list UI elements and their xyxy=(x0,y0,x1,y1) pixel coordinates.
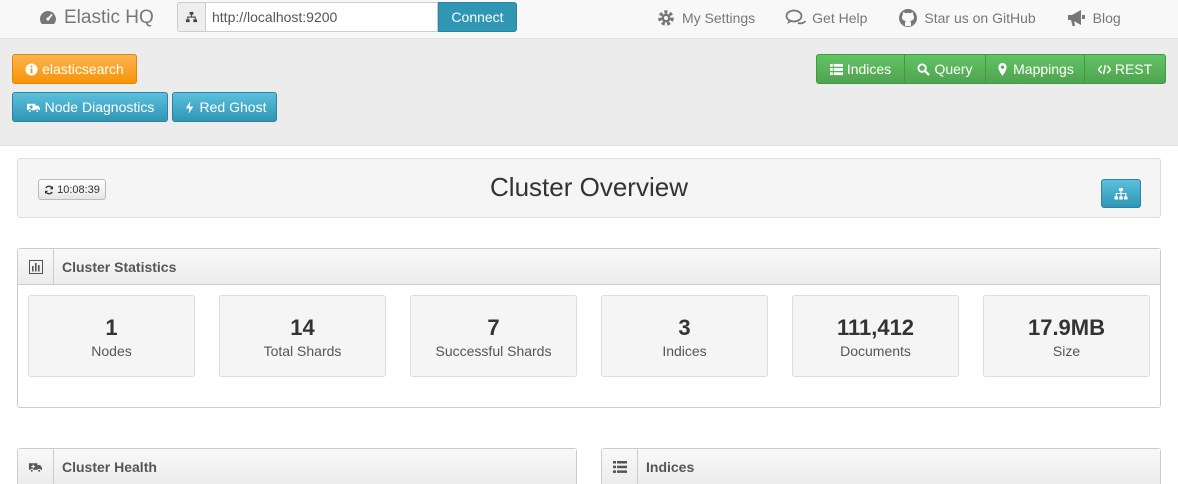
page-title: Cluster Overview xyxy=(490,172,688,202)
cluster-name-button[interactable]: elasticsearch xyxy=(12,54,137,84)
list-icon xyxy=(829,63,843,75)
panel-header: Cluster Statistics xyxy=(18,248,1160,285)
indices-panel: Indices xyxy=(601,448,1161,484)
github-icon xyxy=(899,9,918,27)
dashboard-icon xyxy=(40,11,56,24)
main-nav-button-group: Indices Query Mappings REST xyxy=(816,54,1166,84)
stat-label: Documents xyxy=(840,343,911,359)
sitemap-icon xyxy=(1114,187,1128,199)
mappings-label: Mappings xyxy=(1013,61,1074,77)
panel-title: Cluster Health xyxy=(62,458,157,475)
stat-label: Indices xyxy=(662,343,707,359)
my-settings-link[interactable]: My Settings xyxy=(655,8,755,28)
cluster-name-label: elasticsearch xyxy=(42,61,124,77)
bullhorn-icon xyxy=(1067,10,1085,26)
panel-title: Indices xyxy=(646,458,695,475)
cluster-statistics-panel: Cluster Statistics 1 Nodes 14 Total Shar… xyxy=(17,248,1161,408)
sitemap-icon xyxy=(177,2,205,32)
cluster-url-input[interactable] xyxy=(205,2,438,32)
bolt-icon xyxy=(185,100,193,114)
stat-nodes: 1 Nodes xyxy=(28,295,195,377)
stat-value: 7 xyxy=(487,315,500,340)
node-name-button[interactable]: Red Ghost xyxy=(172,92,277,122)
rest-label: REST xyxy=(1114,61,1153,77)
query-button[interactable]: Query xyxy=(905,55,986,83)
query-label: Query xyxy=(934,61,973,77)
nav-links: My Settings Get Help Star us on GitHub B… xyxy=(655,8,1121,28)
blog-link[interactable]: Blog xyxy=(1066,8,1121,28)
stat-total-shards: 14 Total Shards xyxy=(219,295,386,377)
cluster-health-panel: Cluster Health xyxy=(17,448,577,484)
code-icon xyxy=(1097,64,1111,74)
stat-value: 1 xyxy=(105,315,118,340)
gear-icon xyxy=(658,10,674,26)
topology-button[interactable] xyxy=(1101,179,1141,208)
top-navbar: Elastic HQ Connect My Settings Get Help … xyxy=(0,0,1178,39)
node-diagnostics-button[interactable]: Node Diagnostics xyxy=(12,92,168,122)
info-icon xyxy=(25,62,38,76)
brand[interactable]: Elastic HQ xyxy=(38,7,154,29)
panel-header: Indices xyxy=(602,448,1160,484)
get-help-label: Get Help xyxy=(812,10,868,26)
search-icon xyxy=(917,62,931,76)
stat-label: Size xyxy=(1052,343,1081,359)
cluster-overview-header: 10:08:39 Cluster Overview xyxy=(17,158,1161,218)
stat-label: Total Shards xyxy=(263,343,342,359)
map-marker-icon xyxy=(998,62,1007,76)
comments-icon xyxy=(785,9,807,25)
brand-name: Elastic HQ xyxy=(64,7,154,28)
panel-title: Cluster Statistics xyxy=(62,258,177,275)
stat-label: Successful Shards xyxy=(435,343,552,359)
connect-button[interactable]: Connect xyxy=(438,2,517,32)
stat-documents: 111,412 Documents xyxy=(792,295,959,377)
list-icon xyxy=(602,448,638,484)
ambulance-icon xyxy=(18,448,54,484)
my-settings-label: My Settings xyxy=(682,10,756,26)
action-bar: elasticsearch Node Diagnostics Red Ghost… xyxy=(0,39,1178,146)
node-name-label: Red Ghost xyxy=(199,99,267,115)
stat-label: Nodes xyxy=(91,343,132,359)
rest-button[interactable]: REST xyxy=(1085,55,1165,83)
github-link[interactable]: Star us on GitHub xyxy=(897,8,1036,28)
panel-header: Cluster Health xyxy=(18,448,576,484)
bar-chart-icon xyxy=(18,248,54,285)
stat-value: 3 xyxy=(678,315,691,340)
node-diagnostics-label: Node Diagnostics xyxy=(44,99,155,115)
blog-label: Blog xyxy=(1092,10,1121,26)
indices-label: Indices xyxy=(846,61,892,77)
indices-button[interactable]: Indices xyxy=(817,55,905,83)
stat-value: 14 xyxy=(290,315,315,340)
get-help-link[interactable]: Get Help xyxy=(785,8,867,28)
ambulance-icon xyxy=(26,103,40,113)
stat-value: 111,412 xyxy=(836,315,915,340)
mappings-button[interactable]: Mappings xyxy=(986,55,1085,83)
stat-indices: 3 Indices xyxy=(601,295,768,377)
github-label: Star us on GitHub xyxy=(924,10,1036,26)
stat-value: 17.9MB xyxy=(1027,315,1106,340)
stat-successful-shards: 7 Successful Shards xyxy=(410,295,577,377)
stat-size: 17.9MB Size xyxy=(983,295,1150,377)
connect-form: Connect xyxy=(177,2,517,32)
